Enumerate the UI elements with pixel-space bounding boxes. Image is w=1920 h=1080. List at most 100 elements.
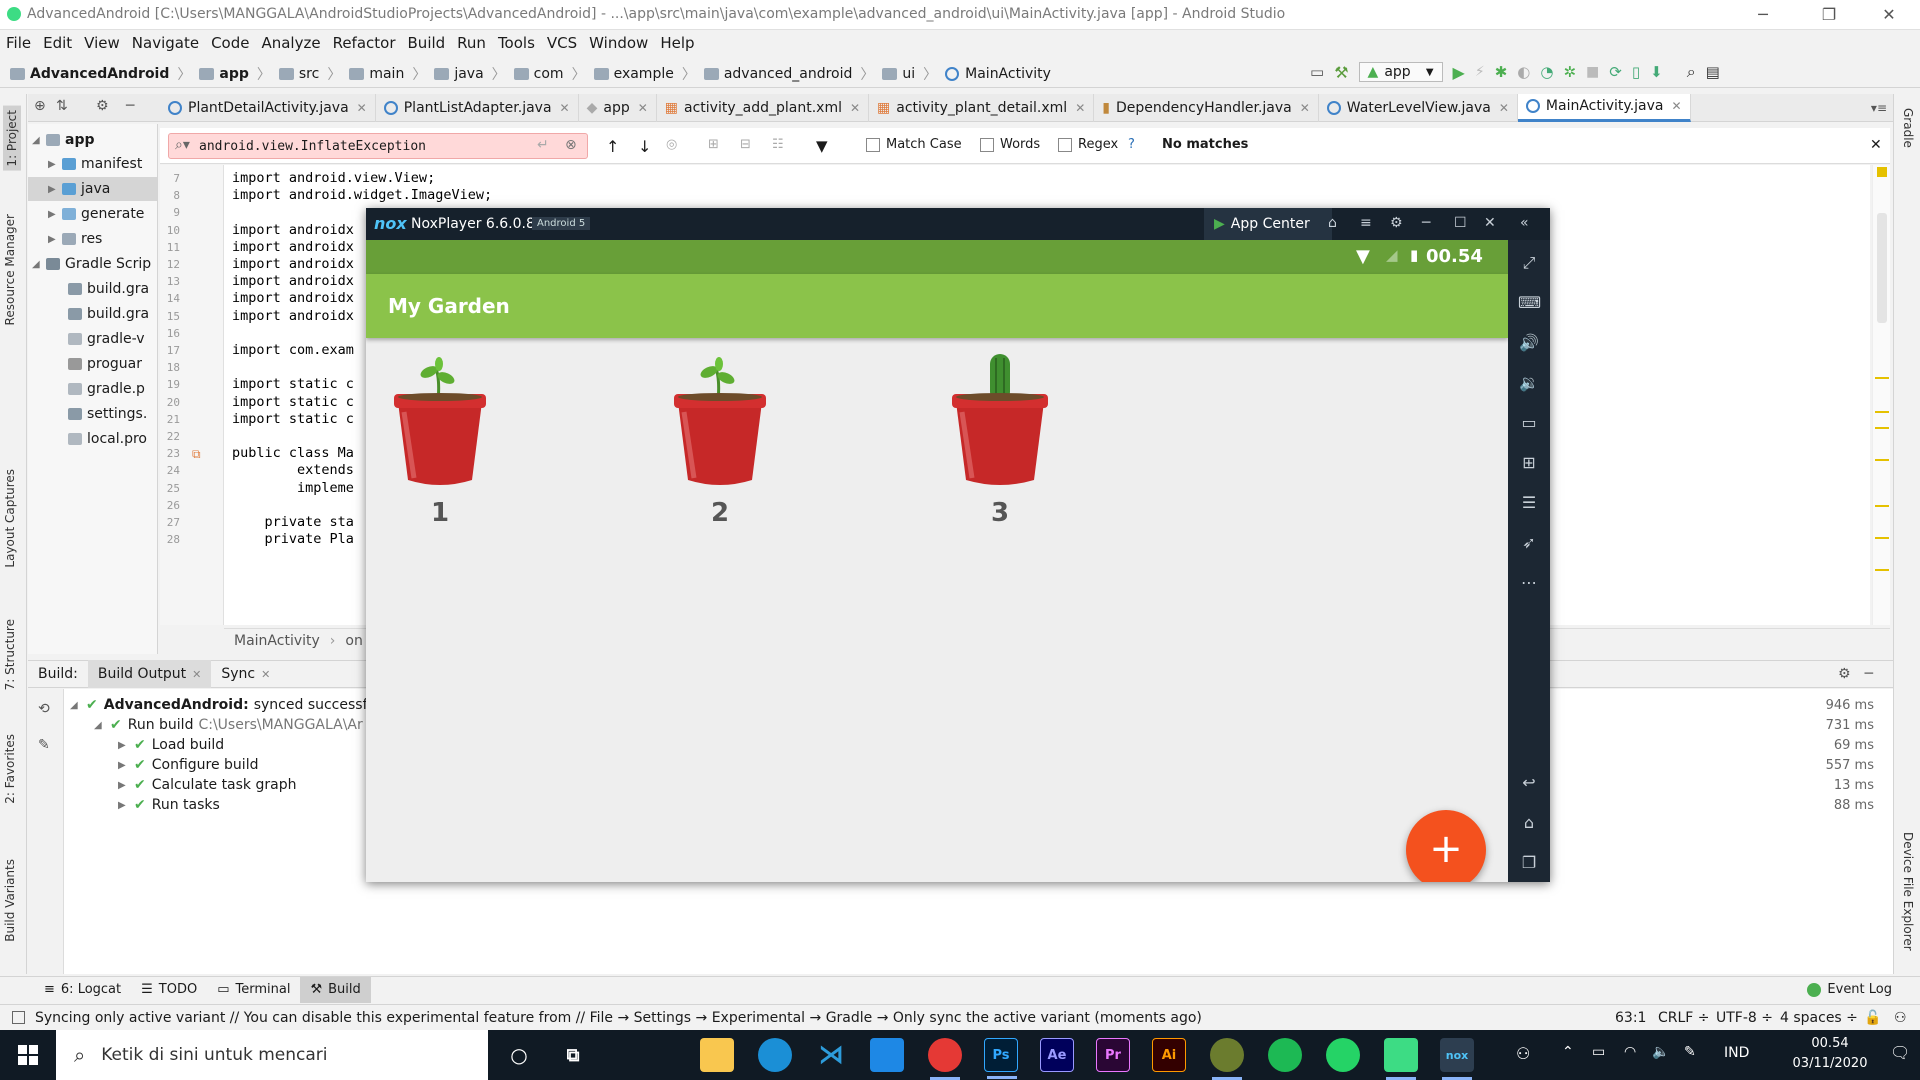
- recent-apps-icon[interactable]: ❐: [1518, 852, 1540, 874]
- warning-mark[interactable]: [1875, 411, 1889, 413]
- tool-gradle[interactable]: Gradle: [1901, 108, 1915, 148]
- close-icon[interactable]: ✕: [261, 668, 270, 681]
- people-icon[interactable]: ⚇: [1516, 1044, 1530, 1063]
- close-icon[interactable]: ✕: [1499, 101, 1509, 115]
- start-button[interactable]: [0, 1030, 56, 1080]
- screen-icon[interactable]: ▭: [1518, 412, 1540, 434]
- android-studio-icon[interactable]: [1210, 1038, 1244, 1080]
- warning-mark[interactable]: [1875, 459, 1889, 461]
- status-toggle-icon[interactable]: [12, 1011, 25, 1024]
- debug-icon[interactable]: ✱: [1495, 63, 1508, 81]
- notification-icon[interactable]: 🗨: [1890, 1043, 1910, 1062]
- remove-occurrence-icon[interactable]: ⊟: [740, 137, 751, 152]
- menu-icon[interactable]: ≡: [1360, 215, 1372, 231]
- close-icon[interactable]: ✕: [192, 668, 201, 681]
- taskbar-date[interactable]: 03/11/2020: [1780, 1056, 1880, 1071]
- warning-mark[interactable]: [1875, 537, 1889, 539]
- attach-debugger-icon[interactable]: ✲: [1563, 63, 1576, 81]
- filter-icon[interactable]: ▼: [816, 137, 828, 155]
- menu-window[interactable]: Window: [583, 34, 654, 52]
- run-config-select[interactable]: ▲ app ▼: [1358, 62, 1443, 82]
- tree-item-generated[interactable]: ▶ generate: [48, 202, 144, 226]
- edge-icon[interactable]: [758, 1038, 792, 1072]
- chevron-right-icon[interactable]: ▶: [118, 740, 134, 751]
- tool-device-file-explorer[interactable]: Device File Explorer: [1901, 832, 1915, 951]
- tab-plantlistadapter[interactable]: PlantListAdapter.java ✕: [376, 93, 579, 122]
- taskbar-search[interactable]: ⌕ Ketik di sini untuk mencari: [56, 1030, 488, 1080]
- warning-indicator-icon[interactable]: [1877, 167, 1887, 177]
- breadcrumb-project[interactable]: AdvancedAndroid: [10, 66, 169, 82]
- chevron-down-icon[interactable]: ◢: [70, 700, 86, 711]
- menu-build[interactable]: Build: [402, 34, 452, 52]
- line-separator[interactable]: CRLF ÷: [1658, 1010, 1710, 1026]
- close-icon[interactable]: ✕: [357, 101, 367, 115]
- event-log[interactable]: Event Log: [1797, 977, 1902, 1003]
- file-explorer-icon[interactable]: [700, 1038, 734, 1072]
- stop-icon[interactable]: ■: [1586, 64, 1599, 80]
- close-icon[interactable]: ✕: [560, 101, 570, 115]
- back-icon[interactable]: ↩: [1518, 772, 1540, 794]
- menu-view[interactable]: View: [78, 34, 126, 52]
- minimize-icon[interactable]: ─: [1740, 2, 1786, 28]
- lock-icon[interactable]: 🔓: [1864, 1010, 1881, 1026]
- tab-list-icon[interactable]: ▾≡: [1871, 101, 1887, 115]
- build-tree-item[interactable]: ◢ ✔ AdvancedAndroid: synced successfull: [70, 697, 384, 713]
- indent-setting[interactable]: 4 spaces ÷: [1780, 1010, 1858, 1026]
- keyboard-icon[interactable]: ⌨: [1518, 292, 1541, 314]
- menu-run[interactable]: Run: [451, 34, 492, 52]
- premiere-icon[interactable]: Pr: [1096, 1038, 1130, 1072]
- select-all-icon[interactable]: ☷: [772, 137, 784, 152]
- tree-item-manifests[interactable]: ▶ manifest: [48, 152, 142, 176]
- close-icon[interactable]: ✕: [1672, 99, 1682, 113]
- maximize-icon[interactable]: ☐: [1454, 215, 1467, 231]
- build-tree-item[interactable]: ▶ ✔ Run tasks: [118, 797, 225, 813]
- clear-icon[interactable]: ⊗: [565, 137, 577, 153]
- tab-activity-plant-detail[interactable]: ▦ activity_plant_detail.xml ✕: [869, 93, 1095, 122]
- tool-resource-manager[interactable]: Resource Manager: [3, 214, 17, 325]
- close-icon[interactable]: ✕: [1484, 215, 1496, 231]
- vscode-icon[interactable]: ⋊: [814, 1038, 848, 1072]
- tab-build-output[interactable]: Build Output ✕: [87, 660, 212, 688]
- collapse-icon[interactable]: ⇅: [56, 98, 68, 114]
- multi-instance-icon[interactable]: ☰: [1518, 492, 1540, 514]
- breadcrumb-method[interactable]: on: [345, 633, 362, 649]
- words-checkbox[interactable]: Words: [980, 137, 1040, 152]
- breadcrumb-mainactivity[interactable]: MainActivity: [945, 66, 1051, 82]
- nox-icon[interactable]: nox: [1440, 1038, 1474, 1080]
- menu-edit[interactable]: Edit: [37, 34, 78, 52]
- fullscreen-icon[interactable]: ⤢: [1518, 252, 1540, 274]
- tab-activity-add-plant[interactable]: ▦ activity_add_plant.xml ✕: [657, 93, 870, 122]
- tab-sync[interactable]: Sync ✕: [211, 660, 280, 688]
- android-app-icon[interactable]: [1384, 1038, 1418, 1080]
- coverage-icon[interactable]: ◐: [1517, 63, 1530, 81]
- home-icon[interactable]: ⌂: [1518, 812, 1540, 834]
- breadcrumb-main[interactable]: main: [349, 66, 404, 82]
- menu-help[interactable]: Help: [654, 34, 700, 52]
- tool-favorites[interactable]: 2: Favorites: [3, 734, 17, 804]
- menu-refactor[interactable]: Refactor: [327, 34, 402, 52]
- build-tree-item[interactable]: ▶ ✔ Load build: [118, 737, 229, 753]
- tab-mainactivity[interactable]: MainActivity.java ✕: [1517, 93, 1691, 122]
- plant-item[interactable]: 1: [380, 350, 500, 530]
- warning-mark[interactable]: [1875, 427, 1889, 429]
- tab-waterlevelview[interactable]: WaterLevelView.java ✕: [1319, 93, 1518, 122]
- sync-gradle-icon[interactable]: ⟳: [1609, 63, 1622, 81]
- breadcrumb-advanced-android[interactable]: advanced_android: [703, 66, 852, 82]
- close-icon[interactable]: ✕: [850, 101, 860, 115]
- settings-icon[interactable]: ⚙: [1390, 215, 1403, 231]
- volume-down-icon[interactable]: 🔉: [1518, 372, 1540, 394]
- taskbar-time[interactable]: 00.54: [1780, 1036, 1880, 1051]
- volume-up-icon[interactable]: 🔊: [1518, 332, 1540, 354]
- add-apk-icon[interactable]: ⊞: [1518, 452, 1540, 474]
- breadcrumb-class[interactable]: MainActivity: [234, 633, 320, 649]
- build-tree-item[interactable]: ▶ ✔ Calculate task graph: [118, 777, 301, 793]
- restore-icon[interactable]: ❐: [1806, 2, 1852, 28]
- scroll-thumb[interactable]: [1877, 213, 1887, 323]
- build-tree-item[interactable]: ◢ ✔ Run build C:\Users\MANGGALA\Ar: [94, 717, 363, 733]
- android-screen[interactable]: ▼ ◢ ▮ 00.54 My Garden 1 2 3 +: [366, 240, 1508, 882]
- close-find-icon[interactable]: ✕: [1870, 137, 1882, 153]
- mail-icon[interactable]: [870, 1038, 904, 1072]
- home-shortcut-icon[interactable]: ⌂: [1328, 215, 1337, 231]
- target-icon[interactable]: ⊕: [34, 98, 46, 114]
- hide-icon[interactable]: ─: [1865, 666, 1873, 682]
